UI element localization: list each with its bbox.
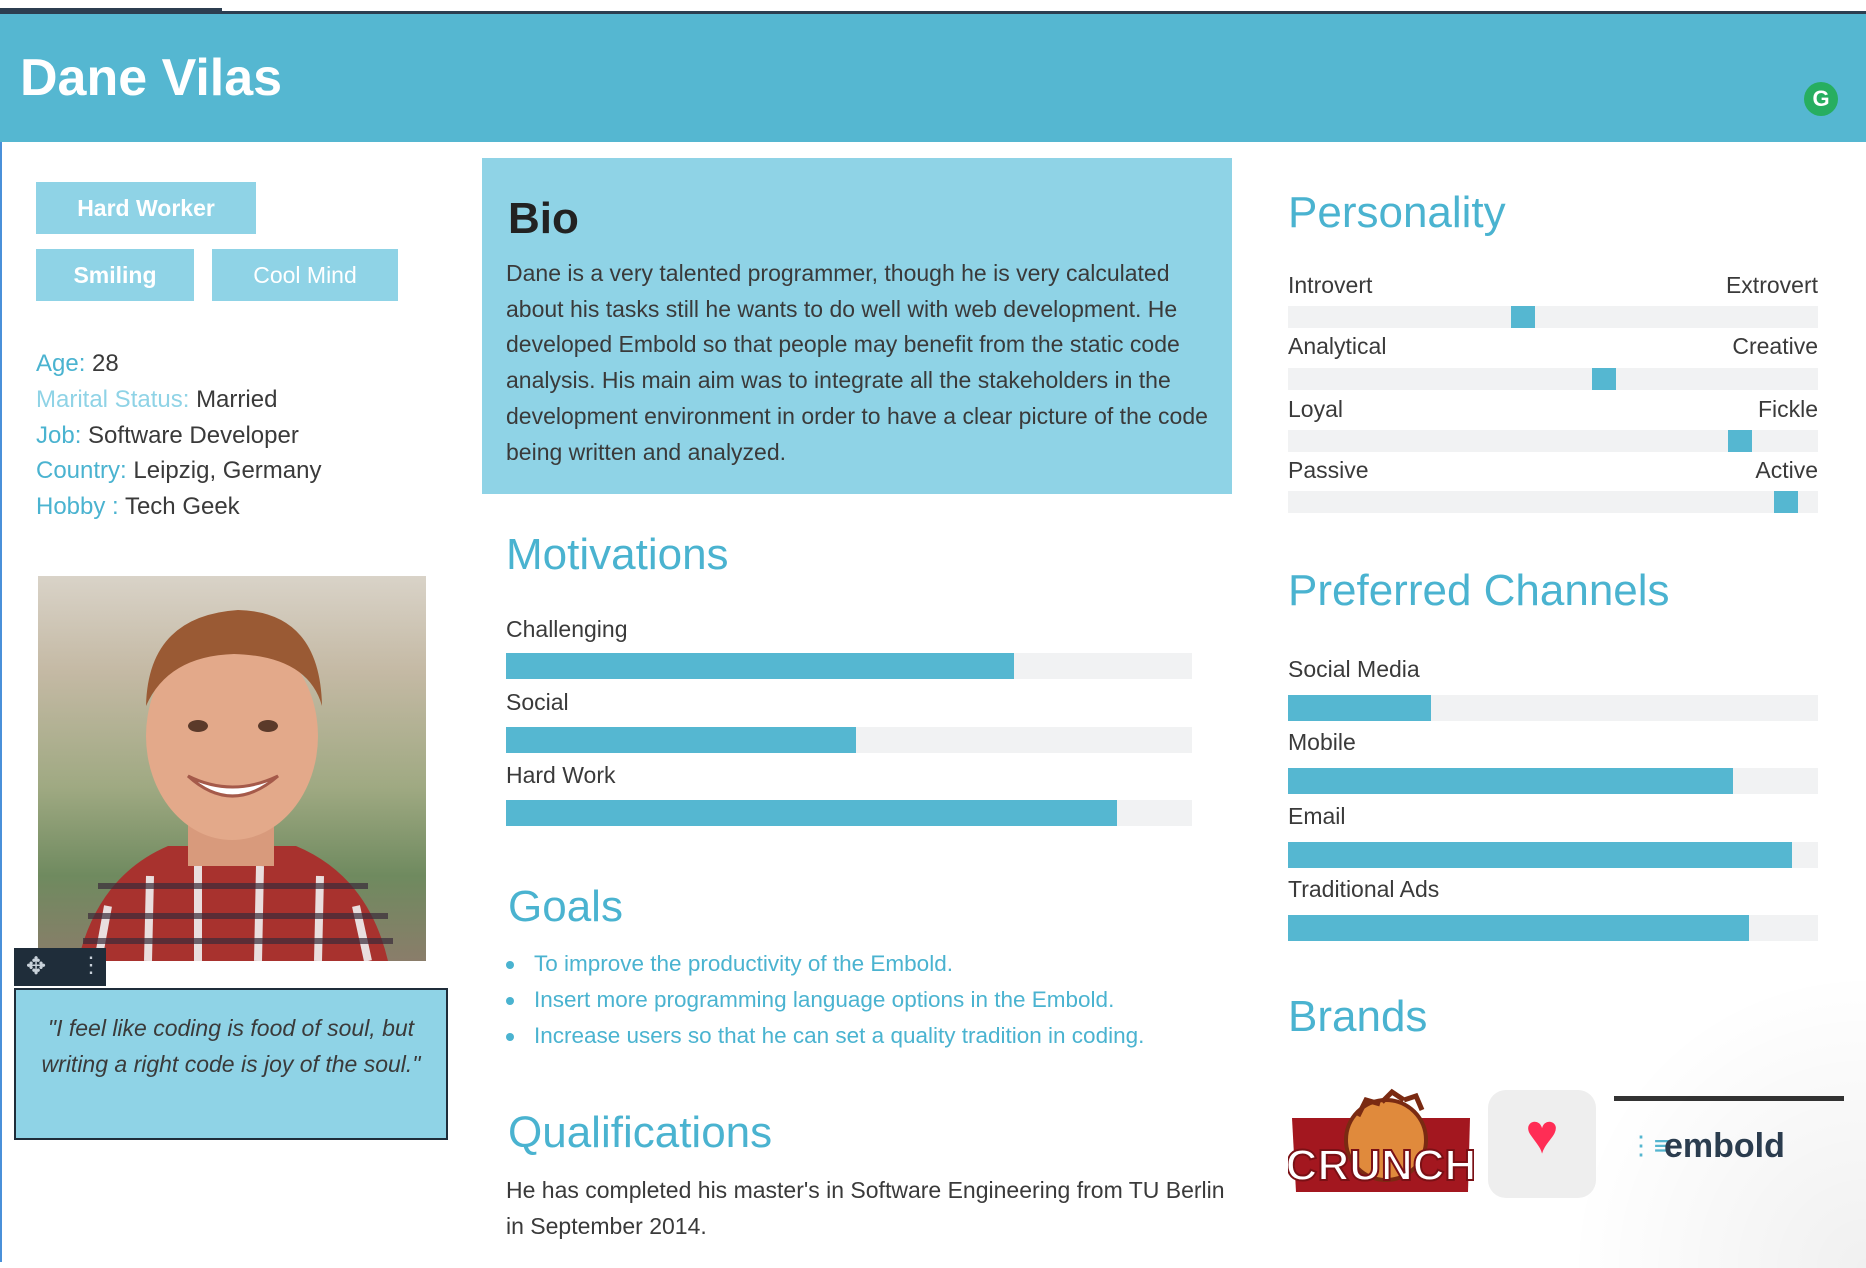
goals-list: To improve the productivity of the Embol… (506, 946, 1144, 1054)
motivation-label-challenging: Challenging (506, 616, 628, 642)
motivation-fill (506, 727, 856, 753)
bio-title: Bio (508, 194, 579, 243)
channel-bar-traditional-ads (1288, 915, 1818, 941)
info-age: Age: 28 (36, 350, 119, 377)
persona-quote: "I feel like coding is food of soul, but… (14, 988, 448, 1140)
more-options-icon[interactable]: ⋮ (80, 952, 102, 978)
portrait-illustration (78, 610, 393, 961)
motivation-fill (506, 653, 1014, 679)
motivation-fill (506, 800, 1117, 826)
motivation-bar-hard-work (506, 800, 1192, 826)
bio-panel: Bio Dane is a very talented programmer, … (482, 158, 1232, 494)
tag-smiling: Smiling (36, 249, 194, 301)
personality-title: Personality (1288, 188, 1506, 237)
channel-fill (1288, 695, 1432, 721)
grammarly-icon[interactable]: G (1804, 82, 1838, 116)
tag-cool-mind: Cool Mind (212, 249, 398, 301)
trait-marker (1773, 491, 1798, 513)
page-header: Dane Vilas G (0, 14, 1866, 142)
motivation-bar-challenging (506, 653, 1192, 679)
move-icon[interactable]: ✥ (26, 952, 46, 981)
motivation-label-hard-work: Hard Work (506, 762, 616, 788)
tag-hard-worker: Hard Worker (36, 182, 256, 234)
info-marital-status: Marital Status: Married (36, 386, 278, 413)
channel-fill (1288, 842, 1792, 868)
persona-photo (38, 576, 426, 961)
motivation-bar-social (506, 727, 1192, 753)
trait-left-analytical: Analytical (1288, 333, 1387, 359)
crunch-logo-text: CRUNCH (1288, 1141, 1474, 1190)
motivations-title: Motivations (506, 530, 729, 579)
trait-right-extrovert: Extrovert (1725, 272, 1818, 298)
trait-slider-introvert-extrovert (1288, 306, 1818, 328)
qualifications-title: Qualifications (508, 1108, 773, 1157)
crunch-logo-art: CRUNCH (1285, 1088, 1477, 1192)
goals-title: Goals (508, 882, 623, 931)
goal-item: Insert more programming language options… (506, 982, 1144, 1018)
qualifications-text: He has completed his master's in Softwar… (506, 1177, 1225, 1239)
channels-title: Preferred Channels (1288, 566, 1670, 615)
channel-label-traditional-ads: Traditional Ads (1288, 876, 1440, 902)
channel-fill (1288, 915, 1750, 941)
trait-left-loyal: Loyal (1288, 396, 1343, 422)
trait-marker (1728, 430, 1753, 452)
trait-slider-analytical-creative (1288, 368, 1818, 390)
trait-right-fickle: Fickle (1757, 396, 1818, 422)
image-toolbar[interactable]: ✥ ⋮ (14, 948, 106, 986)
info-hobby: Hobby : Tech Geek (36, 493, 240, 520)
info-country: Country: Leipzig, Germany (36, 457, 322, 484)
trait-marker (1591, 368, 1616, 390)
trait-slider-loyal-fickle (1288, 430, 1818, 452)
trait-right-creative: Creative (1732, 333, 1818, 359)
corner-shadow (1566, 968, 1866, 1268)
trait-left-passive: Passive (1288, 457, 1369, 483)
goal-item: Increase users so that he can set a qual… (506, 1018, 1144, 1054)
channel-bar-mobile (1288, 768, 1818, 794)
trait-marker (1510, 306, 1535, 328)
channel-fill (1288, 768, 1734, 794)
channel-label-mobile: Mobile (1288, 729, 1356, 755)
info-job: Job: Software Developer (36, 422, 299, 449)
channel-label-social-media: Social Media (1288, 656, 1420, 682)
channel-bar-social-media (1288, 695, 1818, 721)
bio-text: Dane is a very talented programmer, thou… (506, 260, 1208, 465)
trait-slider-passive-active (1288, 491, 1818, 513)
trait-right-active: Active (1755, 457, 1818, 483)
frame-tab (0, 8, 222, 11)
persona-name: Dane Vilas (20, 49, 283, 107)
crunch-logo: CRUNCH (1285, 1088, 1477, 1198)
brands-title: Brands (1288, 992, 1428, 1041)
channel-label-email: Email (1288, 803, 1346, 829)
motivation-label-social: Social (506, 689, 569, 715)
goal-item: To improve the productivity of the Embol… (506, 946, 1144, 982)
channel-bar-email (1288, 842, 1818, 868)
trait-left-introvert: Introvert (1288, 272, 1373, 298)
top-frame-line (0, 0, 1866, 14)
selection-edge (0, 142, 2, 1262)
